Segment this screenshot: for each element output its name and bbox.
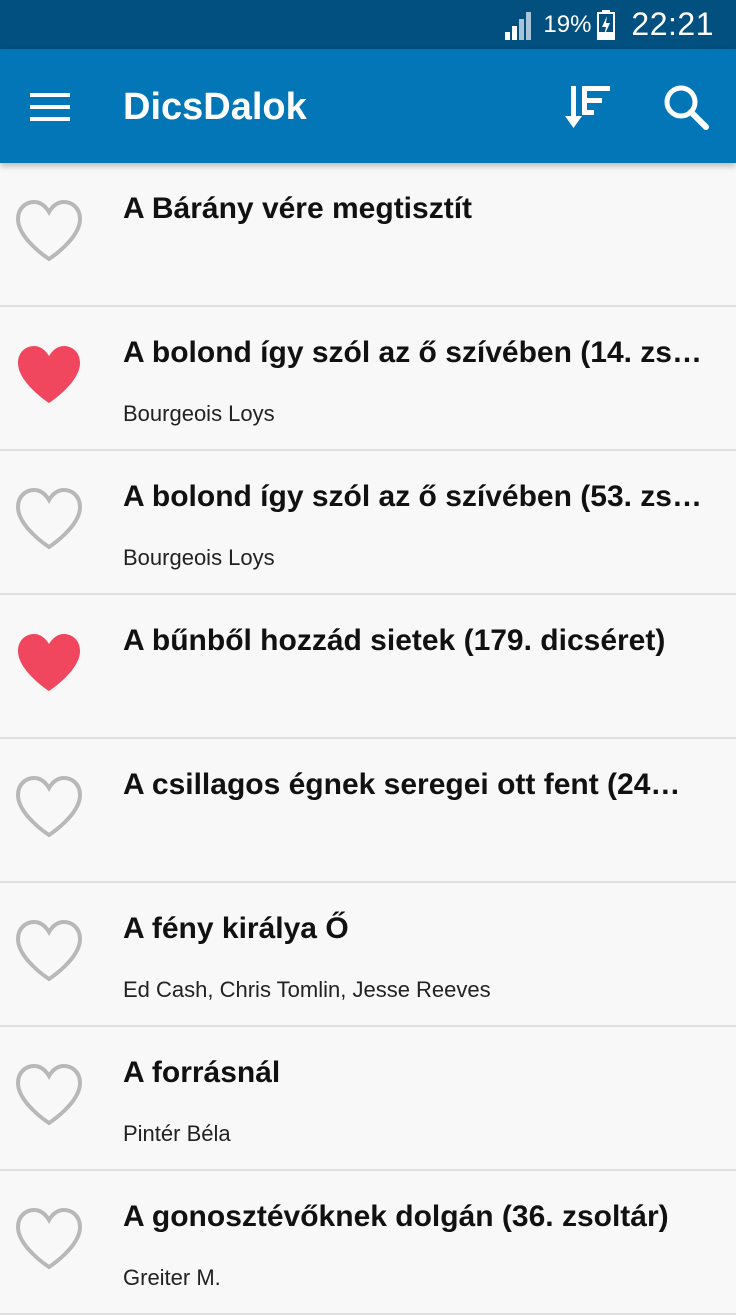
- clock: 22:21: [631, 6, 714, 42]
- menu-icon: [30, 93, 70, 121]
- song-title: A bűnből hozzád sietek (179. dicséret): [123, 624, 666, 657]
- favorite-heart-filled-icon[interactable]: [14, 631, 84, 695]
- song-title: A csillagos égnek seregei ott fent (24…: [123, 768, 681, 801]
- song-list-item[interactable]: A bolond így szól az ő szívében (14. zso…: [0, 307, 736, 451]
- favorite-heart-outline-icon[interactable]: [14, 1063, 84, 1127]
- favorite-heart-outline-icon[interactable]: [14, 775, 84, 839]
- song-author: Bourgeois Loys: [123, 545, 275, 570]
- app-bar: DicsDalok: [0, 49, 736, 163]
- song-list-item[interactable]: A forrásnál Pintér Béla: [0, 1027, 736, 1171]
- song-title: A Bárány vére megtisztít: [123, 192, 473, 225]
- song-title: A forrásnál: [123, 1056, 281, 1089]
- status-bar: 19% 22:21: [0, 0, 736, 49]
- song-list-item[interactable]: A Bárány vére megtisztít: [0, 163, 736, 307]
- song-list-item[interactable]: A bolond így szól az ő szívében (53. zso…: [0, 451, 736, 595]
- app-title: DicsDalok: [123, 86, 307, 128]
- favorite-heart-filled-icon[interactable]: [14, 343, 84, 407]
- battery-percent: 19%: [543, 10, 592, 38]
- battery-charging-icon: [597, 9, 616, 40]
- song-list: A Bárány vére megtisztít A bolond így szó…: [0, 163, 736, 1315]
- sort-button[interactable]: [560, 77, 620, 137]
- menu-button[interactable]: [22, 79, 78, 135]
- song-author: Pintér Béla: [123, 1121, 231, 1146]
- song-author: Ed Cash, Chris Tomlin, Jesse Reeves: [123, 977, 491, 1002]
- song-title: A bolond így szól az ő szívében (53. zso…: [123, 480, 713, 513]
- song-author: Bourgeois Loys: [123, 401, 275, 426]
- signal-strength-icon: [503, 10, 532, 40]
- favorite-heart-outline-icon[interactable]: [14, 487, 84, 551]
- song-list-item[interactable]: A bűnből hozzád sietek (179. dicséret): [0, 595, 736, 739]
- favorite-heart-outline-icon[interactable]: [14, 199, 84, 263]
- song-list-item[interactable]: A fény királya Ő Ed Cash, Chris Tomlin, J…: [0, 883, 736, 1027]
- song-title: A bolond így szól az ő szívében (14. zso…: [123, 336, 713, 369]
- sort-icon: [565, 86, 610, 128]
- song-title: A fény királya Ő: [123, 912, 349, 945]
- favorite-heart-outline-icon[interactable]: [14, 1207, 84, 1271]
- song-author: Greiter M.: [123, 1265, 221, 1290]
- search-icon: [664, 85, 709, 130]
- favorite-heart-outline-icon[interactable]: [14, 919, 84, 983]
- song-list-item[interactable]: A gonosztévőknek dolgán (36. zsoltár) Gre…: [0, 1171, 736, 1315]
- song-list-item[interactable]: A csillagos égnek seregei ott fent (24…: [0, 739, 736, 883]
- song-title: A gonosztévőknek dolgán (36. zsoltár): [123, 1200, 669, 1233]
- search-button[interactable]: [656, 77, 716, 137]
